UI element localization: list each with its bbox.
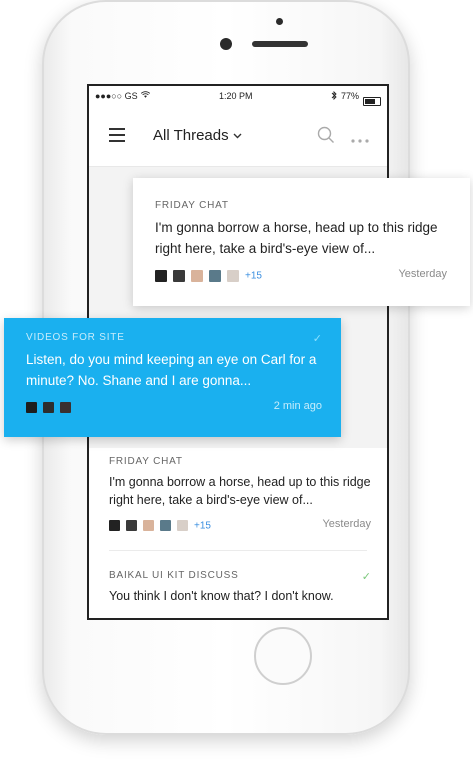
thread-card-highlight[interactable]: FRIDAY CHAT I'm gonna borrow a horse, he… [133,178,470,306]
nav-bar: All Threads [89,108,387,167]
home-button[interactable] [254,627,312,685]
front-camera [220,38,232,50]
avatar [209,269,221,282]
thread-list: FRIDAY CHAT I'm gonna borrow a horse, he… [89,448,387,618]
avatar [143,520,154,532]
thread-meta: +15 Yesterday [155,267,447,285]
thread-time: Yesterday [398,268,447,280]
thread-message: You think I don't know that? I don't kno… [109,589,334,603]
avatar [26,402,37,414]
thread-meta: 2 min ago [26,399,322,417]
earpiece-speaker [252,41,308,47]
avatar [126,520,137,532]
avatar [191,269,203,282]
carrier-label: ●●●○○ GS [95,91,138,101]
chevron-down-icon [233,131,242,142]
thread-message: I'm gonna borrow a horse, head up to thi… [155,220,438,256]
search-icon[interactable] [317,126,335,149]
status-bar: ●●●○○ GS 1:20 PM 77% [89,86,387,108]
thread-label: BAIKAL UI KIT DISCUSS [109,570,239,581]
avatar [177,520,188,532]
thread-time: Yesterday [322,518,371,530]
sensor-dot [276,18,283,25]
thread-card-selected[interactable]: VIDEOS FOR SITE ✓ Listen, do you mind ke… [4,318,341,437]
wifi-icon [140,91,151,101]
avatar [155,269,167,282]
thread-message: I'm gonna borrow a horse, head up to thi… [109,475,371,507]
status-time: 1:20 PM [219,91,253,101]
nav-title: All Threads [153,127,229,144]
thread-label: VIDEOS FOR SITE [26,332,125,343]
thread-label: FRIDAY CHAT [155,200,229,211]
check-icon: ✓ [312,333,322,345]
avatar [160,520,171,532]
bluetooth-icon [331,90,337,102]
menu-icon[interactable] [109,128,125,142]
avatar [43,402,54,414]
avatar [109,520,120,532]
avatar [173,269,185,282]
battery-percent: 77% [341,91,360,101]
more-icon[interactable] [351,136,369,143]
thread-message: Listen, do you mind keeping an eye on Ca… [26,352,317,388]
more-participants[interactable]: +15 [245,270,262,281]
threads-dropdown[interactable]: All Threads [153,127,242,144]
check-icon: ✓ [361,571,371,583]
avatar [60,402,71,414]
avatar [227,269,239,282]
thread-label: FRIDAY CHAT [109,456,183,467]
more-participants[interactable]: +15 [194,520,211,531]
divider [109,550,367,551]
thread-item[interactable]: FRIDAY CHAT I'm gonna borrow a horse, he… [109,456,371,535]
thread-item[interactable]: BAIKAL UI KIT DISCUSS ✓ You think I don'… [109,570,371,605]
thread-meta: +15 Yesterday [109,517,371,535]
thread-time: 2 min ago [273,400,322,412]
